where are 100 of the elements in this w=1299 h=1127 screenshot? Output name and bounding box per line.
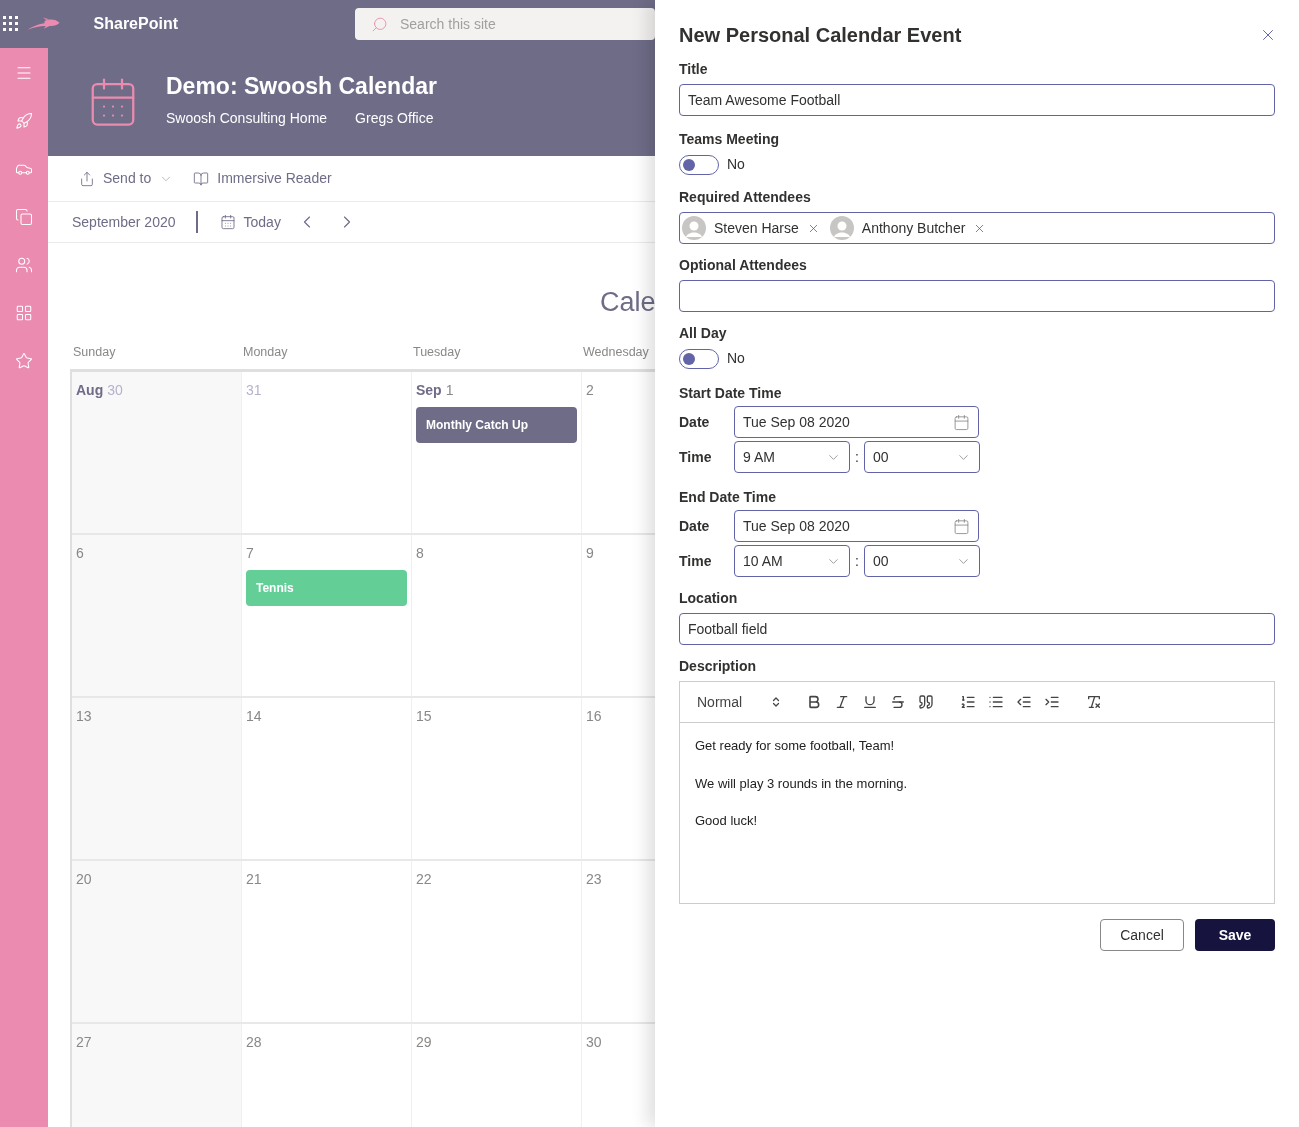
day-number: 8 bbox=[416, 544, 424, 563]
windows-icon bbox=[15, 208, 33, 226]
attendee-name: Anthony Butcher bbox=[861, 218, 966, 238]
toggle-switch[interactable] bbox=[679, 154, 719, 175]
day-number: 30 bbox=[586, 1033, 602, 1052]
month-abbreviation: Aug bbox=[76, 381, 104, 400]
toggle-state: No bbox=[727, 349, 745, 368]
reader-icon bbox=[193, 170, 210, 187]
attendees-field[interactable]: Steven Harse Anthony Butcher bbox=[679, 212, 1275, 244]
date-picker[interactable]: Tue Sep 08 2020 bbox=[734, 510, 979, 542]
search-icon bbox=[371, 15, 388, 33]
field-label: All Day bbox=[679, 324, 728, 343]
site-link[interactable]: Swoosh Consulting Home bbox=[166, 107, 328, 129]
style-dropdown[interactable]: Normal bbox=[697, 691, 782, 713]
star-icon bbox=[15, 352, 33, 370]
day-number: 31 bbox=[246, 381, 262, 400]
italic-icon[interactable] bbox=[834, 694, 850, 710]
clear-format-icon[interactable] bbox=[1086, 694, 1102, 710]
description-paragraph: Get ready for some football, Team! bbox=[695, 737, 896, 755]
bold-icon[interactable] bbox=[806, 694, 822, 710]
field-label: Date bbox=[679, 516, 711, 536]
calendar-icon bbox=[953, 517, 970, 535]
day-number: 9 bbox=[586, 544, 594, 563]
day-number: 6 bbox=[76, 544, 84, 563]
grid-icon bbox=[15, 304, 33, 322]
minute-dropdown[interactable]: 00 bbox=[864, 441, 980, 473]
field-label: Time bbox=[679, 447, 713, 467]
people-icon bbox=[15, 256, 33, 274]
day-number: 27 bbox=[76, 1033, 92, 1052]
weekday-heading: Tuesday bbox=[413, 345, 461, 359]
day-number: 16 bbox=[586, 707, 602, 726]
weekday-heading: Wednesday bbox=[583, 345, 649, 359]
site-link[interactable]: Gregs Office bbox=[355, 107, 434, 129]
day-number: 15 bbox=[416, 707, 432, 726]
save-button[interactable]: Save bbox=[1195, 919, 1275, 951]
bullet-list-icon[interactable] bbox=[988, 694, 1004, 710]
field-label: Date bbox=[679, 412, 711, 432]
day-number: 2 bbox=[586, 381, 594, 400]
command-button[interactable]: Immersive Reader bbox=[193, 168, 332, 189]
hour-dropdown[interactable]: 10 AM bbox=[734, 545, 850, 577]
command-button[interactable]: Send to bbox=[79, 168, 174, 189]
day-number: 29 bbox=[416, 1033, 432, 1052]
avatar-icon bbox=[829, 216, 854, 240]
field-label: Time bbox=[679, 551, 713, 571]
day-number: 23 bbox=[586, 870, 602, 889]
avatar-icon bbox=[682, 216, 706, 240]
month-abbreviation: Sep bbox=[416, 381, 442, 400]
calendar-event[interactable]: Monthly Catch Up bbox=[416, 407, 577, 443]
attendee-name: Steven Harse bbox=[714, 218, 799, 238]
updown-icon bbox=[770, 696, 782, 708]
field-label: Title bbox=[679, 60, 709, 79]
indent-icon[interactable] bbox=[1044, 694, 1060, 710]
rich-text-editor[interactable]: Normal Get ready for some football, Team! We will play 3 rounds in the morning. Good luck! bbox=[679, 681, 1275, 904]
field-label: Start Date Time bbox=[679, 384, 783, 403]
field-label: Optional Attendees bbox=[679, 256, 808, 275]
date-picker[interactable]: Tue Sep 08 2020 bbox=[734, 406, 979, 438]
calendar-title: Cale bbox=[600, 287, 655, 317]
weekday-heading: Monday bbox=[243, 345, 288, 359]
description-paragraph: We will play 3 rounds in the morning. bbox=[695, 774, 909, 793]
hour-dropdown[interactable]: 9 AM bbox=[734, 441, 850, 473]
numbered-list-icon[interactable] bbox=[960, 694, 976, 710]
rocket-icon bbox=[15, 112, 33, 130]
field-label: Description bbox=[679, 657, 757, 676]
toggle-switch[interactable] bbox=[679, 348, 719, 369]
day-number: 30 bbox=[107, 381, 123, 400]
app-launcher-icon[interactable] bbox=[2, 16, 19, 32]
site-title: Demo: Swoosh Calendar bbox=[166, 72, 437, 102]
minute-dropdown[interactable]: 00 bbox=[864, 545, 980, 577]
weekday-heading: Sunday bbox=[73, 345, 116, 359]
today-button[interactable]: Today bbox=[219, 211, 281, 233]
day-number: 13 bbox=[76, 707, 92, 726]
quote-icon[interactable] bbox=[918, 694, 934, 710]
cancel-button[interactable]: Cancel bbox=[1100, 919, 1184, 951]
day-number: 28 bbox=[246, 1033, 262, 1052]
strikethrough-icon[interactable] bbox=[890, 694, 906, 710]
month-label: September 2020 bbox=[72, 212, 176, 232]
field-label: Location bbox=[679, 589, 739, 608]
description-paragraph: Good luck! bbox=[695, 812, 759, 830]
time-separator: : bbox=[854, 551, 860, 571]
share-icon bbox=[79, 170, 95, 187]
underline-icon[interactable] bbox=[862, 694, 878, 710]
day-number: 20 bbox=[76, 870, 92, 889]
app-name[interactable]: SharePoint bbox=[93, 12, 178, 36]
calendar-icon bbox=[219, 214, 236, 230]
panel-title: New Personal Calendar Event bbox=[679, 23, 962, 48]
day-number: 14 bbox=[246, 707, 262, 726]
field-label: End Date Time bbox=[679, 488, 777, 507]
field-label: Required Attendees bbox=[679, 188, 812, 207]
attendees-field[interactable] bbox=[679, 280, 1275, 312]
day-number: 1 bbox=[445, 381, 454, 400]
day-number: 7 bbox=[246, 544, 254, 563]
toggle-state: No bbox=[727, 155, 745, 174]
location-field[interactable]: Football field bbox=[679, 613, 1275, 645]
calendar-icon bbox=[953, 413, 970, 431]
outdent-icon[interactable] bbox=[1016, 694, 1032, 710]
day-number: 21 bbox=[246, 870, 262, 889]
title-field[interactable]: Team Awesome Football bbox=[679, 84, 1275, 116]
day-number: 22 bbox=[416, 870, 432, 889]
field-label: Teams Meeting bbox=[679, 130, 781, 149]
menu-icon bbox=[15, 64, 33, 82]
